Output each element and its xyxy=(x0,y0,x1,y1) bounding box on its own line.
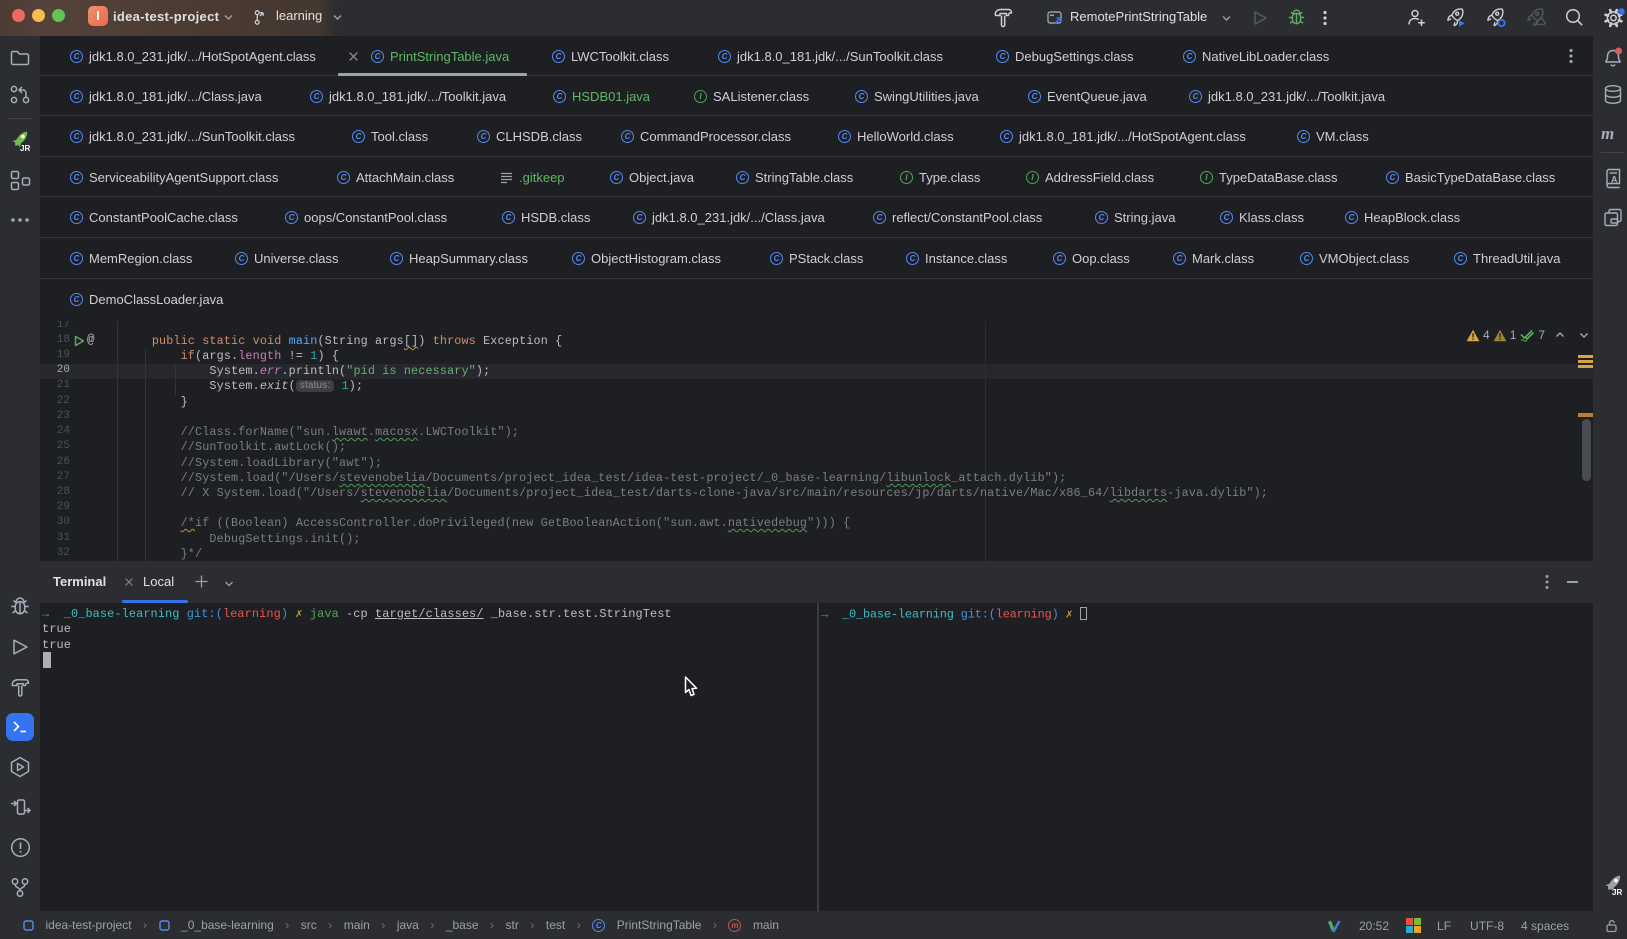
svg-text:JR: JR xyxy=(1612,888,1622,897)
svg-text:A: A xyxy=(1611,175,1618,185)
svg-text:JR: JR xyxy=(20,144,30,153)
